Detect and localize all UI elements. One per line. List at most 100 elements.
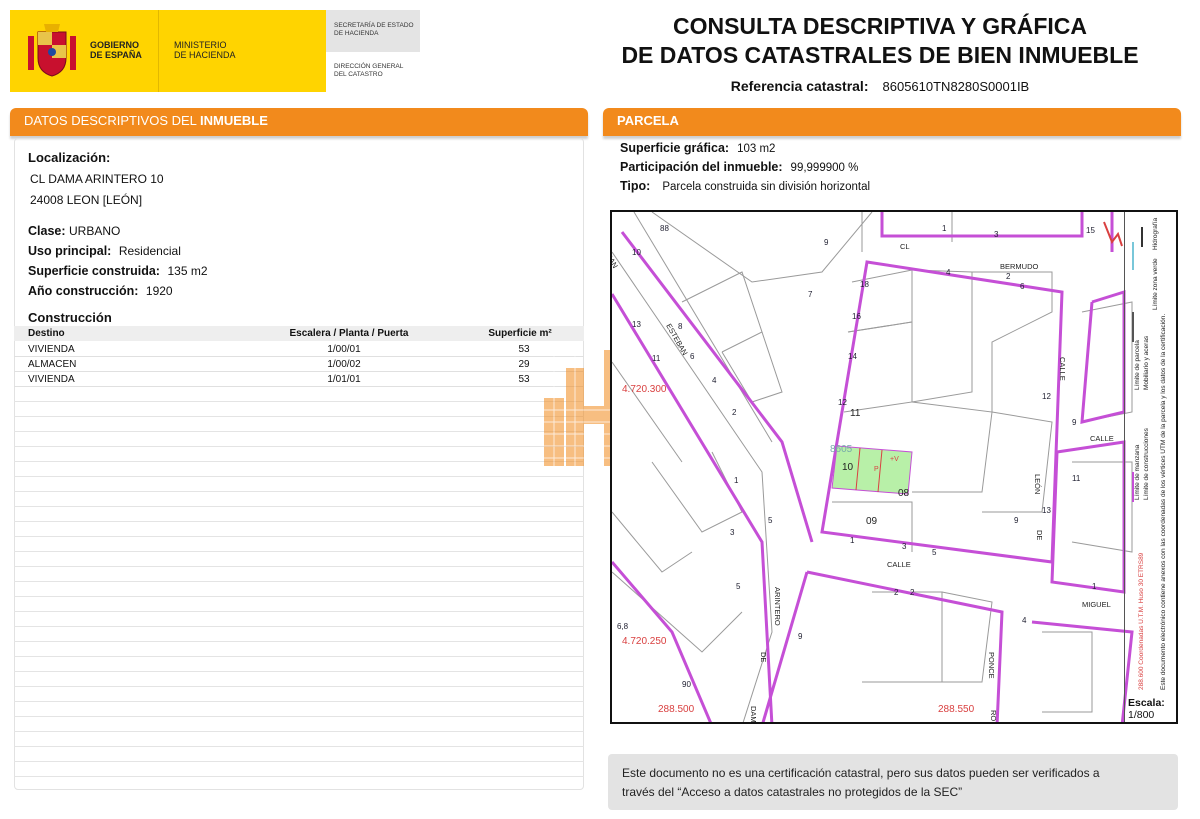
col-escalera-planta-puerta: Escalera / Planta / Puerta (289, 328, 409, 339)
street-label: DAMA (749, 706, 758, 724)
parcel-label: P (874, 466, 879, 473)
vertex-number: 10 (632, 248, 641, 257)
empty-table-row (14, 522, 584, 537)
vertex-number: 13 (1042, 506, 1051, 515)
empty-table-row (14, 747, 584, 762)
vertex-number: 18 (860, 280, 869, 289)
legend-entry: Hidrografía (1152, 217, 1159, 250)
street-label: LEÓN (1033, 474, 1042, 495)
table-row: ALMACEN 1/00/02 29 (14, 357, 584, 372)
vertex-number: 90 (682, 680, 691, 689)
vertex-number: 5 (932, 548, 937, 557)
legend-entry: Límite de construcciones (1143, 428, 1150, 500)
empty-table-row (14, 552, 584, 567)
street-label: CALLE (887, 560, 911, 569)
cell-destino: VIVIENDA (28, 374, 75, 385)
vertex-number: 2 (910, 588, 915, 597)
vertex-number: 9 (798, 632, 803, 641)
page-title: CONSULTA DESCRIPTIVA Y GRÁFICA DE DATOS … (621, 13, 1139, 68)
vertex-number: 11 (652, 354, 661, 363)
parcel-label: 11 (850, 408, 861, 419)
vertex-number: 2 (732, 408, 737, 417)
empty-table-row (14, 657, 584, 672)
empty-table-row (14, 672, 584, 687)
disclaimer-notice: Este documento no es una certificación c… (608, 754, 1178, 810)
vertex-number: 9 (1014, 516, 1019, 525)
clase-field: Clase: URBANO (28, 224, 121, 238)
empty-table-row (14, 417, 584, 432)
referencia-catastral: Referencia catastral: 8605610TN8280S0001I… (730, 78, 1030, 94)
empty-table-row (14, 432, 584, 447)
localizacion-label: Localización: (28, 150, 111, 165)
legend-entry: Límite de parcela (1134, 340, 1141, 390)
street-label: RO (989, 710, 998, 722)
col-superficie: Superficie m² (488, 328, 552, 339)
catastro-logo: SECRETARÍA DE ESTADO DE HACIENDA DIRECCI… (326, 10, 420, 92)
cadastral-map[interactable]: 4.720.300 4.720.250 288.500 288.550 CL BERMUD… (610, 210, 1178, 724)
participacion-field: Participación del inmueble: 99,999900 % (620, 160, 859, 174)
empty-table-row (14, 582, 584, 597)
vertex-number: 9 (1072, 418, 1077, 427)
empty-table-row (14, 537, 584, 552)
vertex-number: 16 (852, 312, 861, 321)
empty-table-row (14, 462, 584, 477)
street-label: CALLE (1058, 357, 1067, 381)
parcel-label: 09 (866, 516, 878, 527)
coord-label: 4.720.300 (622, 384, 667, 395)
legend-entry: 288.600 Coordenadas U.T.M. Huso 30 ETRS8… (1138, 552, 1145, 690)
vertex-number: 3 (902, 542, 907, 551)
empty-table-row (14, 387, 584, 402)
ministerio-text: MINISTERIO DE HACIENDA (174, 40, 236, 60)
empty-table-row (14, 687, 584, 702)
logo-divider (158, 10, 159, 92)
superficie-construida-field: Superficie construida: 135 m2 (28, 264, 208, 278)
vertex-number: 7 (808, 290, 813, 299)
gobierno-logo: GOBIERNO DE ESPAÑA MINISTERIO DE HACIEND… (10, 10, 326, 92)
vertex-number: 8 (678, 322, 683, 331)
legend-entry: Este documento electrónico contiene anex… (1160, 313, 1167, 690)
street-label: DE (1035, 530, 1044, 541)
empty-table-row (14, 612, 584, 627)
cell-destino: ALMACEN (28, 359, 77, 370)
map-drawing (612, 212, 1143, 722)
vertex-number: 14 (848, 352, 857, 361)
address-line-2: 24008 LEON [LEÓN] (30, 193, 143, 207)
empty-table-row (14, 402, 584, 417)
cell-planta: 1/01/01 (327, 374, 361, 385)
coord-label: 4.720.250 (622, 636, 667, 647)
street-label: CALLE (1090, 434, 1114, 443)
parcel-label: 08 (898, 488, 910, 499)
vertex-number: 2 (894, 588, 899, 597)
table-row: VIVIENDA 1/01/01 53 (14, 372, 584, 387)
escala: Escala: 1/800 (1128, 697, 1165, 721)
vertex-number: 6 (690, 352, 695, 361)
superficie-grafica-field: Superficie gráfica: 103 m2 (620, 141, 776, 155)
parcel-label: +V (890, 456, 899, 463)
vertex-number: 5 (768, 516, 773, 525)
empty-table-row (14, 762, 584, 777)
uso-principal-field: Uso principal: Residencial (28, 244, 181, 258)
gobierno-text: GOBIERNO DE ESPAÑA (90, 40, 142, 60)
empty-table-row (14, 732, 584, 747)
empty-table-row (14, 447, 584, 462)
vertex-number: 1 (1092, 582, 1097, 591)
cell-planta: 1/00/01 (327, 344, 361, 355)
construccion-label: Construcción (28, 310, 112, 325)
vertex-number: 4 (712, 376, 717, 385)
coord-label: 288.550 (938, 704, 975, 715)
vertex-number: 11 (1072, 474, 1081, 483)
empty-table-row (14, 597, 584, 612)
vertex-number: 2 (1006, 272, 1011, 281)
vertex-number: 4 (1022, 616, 1027, 625)
cell-destino: VIVIENDA (28, 344, 75, 355)
empty-table-row (14, 567, 584, 582)
construccion-table-header: Destino Escalera / Planta / Puerta Super… (14, 326, 584, 341)
vertex-number: 1 (942, 224, 947, 233)
street-label: ARINTERO (773, 587, 782, 626)
datos-descriptivos-header: DATOS DESCRIPTIVOS DEL INMUEBLE (10, 108, 588, 136)
legend-entry: Límite zona verde (1152, 258, 1159, 310)
street-label: DE (759, 652, 768, 663)
vertex-number: 88 (660, 224, 669, 233)
vertex-number: 1 (850, 536, 855, 545)
coord-label: 288.500 (658, 704, 695, 715)
